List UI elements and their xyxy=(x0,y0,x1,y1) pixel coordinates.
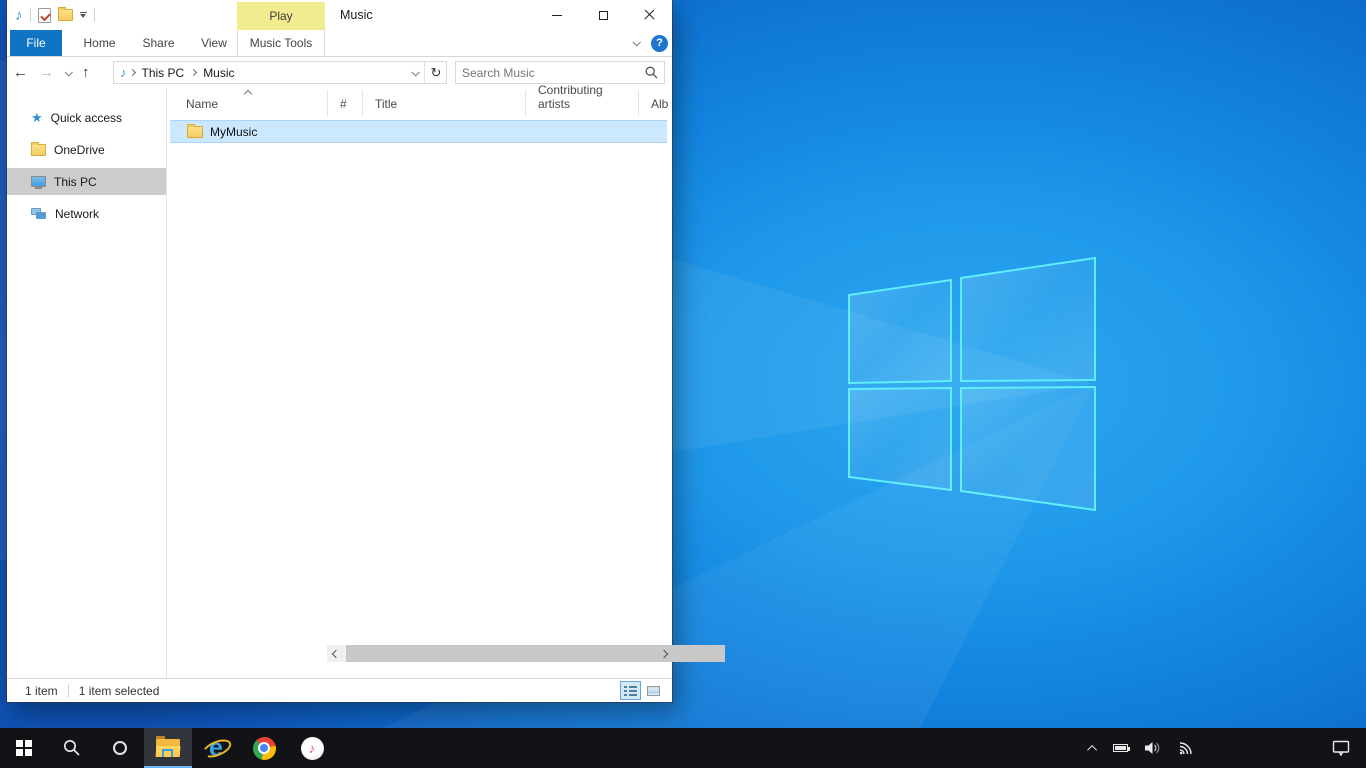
breadcrumb[interactable]: ♪ This PC Music ↻ xyxy=(113,61,447,84)
up-button[interactable]: ↑ xyxy=(82,65,90,80)
breadcrumb-chevron-icon[interactable] xyxy=(190,69,197,76)
file-name: MyMusic xyxy=(210,125,257,139)
minimize-button[interactable] xyxy=(534,0,580,30)
start-button[interactable] xyxy=(0,728,48,768)
navigation-pane: ★ Quick access OneDrive This PC Network xyxy=(7,88,166,678)
customize-toolbar-dropdown-icon[interactable] xyxy=(80,12,87,18)
battery-button[interactable] xyxy=(1105,728,1136,768)
system-tray xyxy=(1082,728,1366,768)
sidebar-item-this-pc[interactable]: This PC xyxy=(7,168,166,195)
search-box xyxy=(455,61,665,84)
properties-icon[interactable] xyxy=(38,8,51,23)
separator xyxy=(94,8,95,22)
itunes-icon: ♪ xyxy=(301,737,324,760)
sidebar-item-onedrive[interactable]: OneDrive xyxy=(7,136,166,163)
this-pc-monitor-icon xyxy=(31,176,46,187)
ribbon-tab-bar: File Home Share View Music Tools ? xyxy=(7,30,672,57)
taskbar: e ♪ xyxy=(0,728,1366,768)
network-signal-icon xyxy=(1178,740,1196,756)
quick-access-toolbar: ♪ xyxy=(15,0,95,30)
tab-view[interactable]: View xyxy=(189,30,239,56)
network-icon xyxy=(31,208,47,220)
address-dropdown-icon[interactable] xyxy=(407,70,423,76)
recent-locations-dropdown-icon[interactable] xyxy=(64,68,72,76)
file-explorer-icon xyxy=(156,739,180,757)
column-header-contributing-artists[interactable]: Contributing artists xyxy=(526,90,639,116)
sidebar-item-label: Quick access xyxy=(51,111,122,125)
search-icon xyxy=(63,739,81,757)
internet-explorer-icon: e xyxy=(202,735,230,761)
taskbar-itunes-button[interactable]: ♪ xyxy=(288,728,336,768)
large-icons-view-button[interactable] xyxy=(643,681,664,700)
details-view-button[interactable] xyxy=(620,681,641,700)
battery-icon xyxy=(1113,744,1128,752)
tab-home[interactable]: Home xyxy=(72,30,127,56)
breadcrumb-chevron-icon[interactable] xyxy=(128,69,135,76)
minimize-ribbon-icon[interactable] xyxy=(632,38,640,46)
scroll-left-icon[interactable] xyxy=(327,651,344,657)
hidden-icons-button[interactable] xyxy=(1082,728,1105,768)
maximize-button[interactable] xyxy=(580,0,626,30)
separator xyxy=(30,8,31,22)
back-button[interactable]: ← xyxy=(13,65,28,80)
new-folder-icon[interactable] xyxy=(58,9,73,21)
onedrive-folder-icon xyxy=(31,144,46,156)
separator xyxy=(424,62,425,83)
action-center-icon xyxy=(1332,740,1350,756)
column-header-number[interactable]: # xyxy=(328,90,363,116)
search-icon[interactable] xyxy=(645,66,658,79)
title-bar: ♪ Play Music xyxy=(7,0,672,30)
quick-access-star-icon: ★ xyxy=(31,111,43,124)
chrome-icon xyxy=(253,737,276,760)
file-list: Name # Title Contributing artists Alb My… xyxy=(167,88,672,678)
breadcrumb-music[interactable]: Music xyxy=(199,66,238,80)
sidebar-item-quick-access[interactable]: ★ Quick access xyxy=(7,104,166,131)
horizontal-scrollbar[interactable] xyxy=(327,645,672,662)
status-bar: 1 item 1 item selected xyxy=(7,678,672,702)
search-input[interactable] xyxy=(456,66,645,80)
sidebar-item-label: Network xyxy=(55,207,99,221)
folder-icon xyxy=(187,126,203,138)
file-row-mymusic[interactable]: MyMusic xyxy=(170,120,667,143)
refresh-icon[interactable]: ↻ xyxy=(426,65,446,81)
taskbar-internet-explorer-button[interactable]: e xyxy=(192,728,240,768)
column-header-title[interactable]: Title xyxy=(363,90,526,116)
caption-buttons xyxy=(534,0,672,30)
contextual-group-play[interactable]: Play xyxy=(237,2,325,30)
selection-count: 1 item selected xyxy=(69,684,170,698)
volume-icon xyxy=(1144,740,1162,756)
tab-share[interactable]: Share xyxy=(131,30,186,56)
taskbar-search-button[interactable] xyxy=(48,728,96,768)
forward-button[interactable]: → xyxy=(39,65,54,80)
explorer-content: ★ Quick access OneDrive This PC Network … xyxy=(7,88,672,678)
windows-start-icon xyxy=(16,740,32,756)
sidebar-item-label: This PC xyxy=(54,175,97,189)
taskbar-file-explorer-button[interactable] xyxy=(144,728,192,768)
item-count: 1 item xyxy=(7,684,68,698)
column-header-album[interactable]: Alb xyxy=(639,90,672,116)
sidebar-item-label: OneDrive xyxy=(54,143,105,157)
sidebar-item-network[interactable]: Network xyxy=(7,200,166,227)
tab-file[interactable]: File xyxy=(10,30,62,56)
cortana-icon xyxy=(113,741,127,755)
window-music-note-icon: ♪ xyxy=(15,8,23,23)
explorer-window: ♪ Play Music File Home Share View Music … xyxy=(7,0,672,702)
taskbar-chrome-button[interactable] xyxy=(240,728,288,768)
window-title: Music xyxy=(340,0,373,30)
tab-music-tools[interactable]: Music Tools xyxy=(237,30,325,56)
action-center-button[interactable] xyxy=(1322,728,1366,768)
chevron-up-icon xyxy=(1087,744,1097,754)
cortana-button[interactable] xyxy=(96,728,144,768)
close-button[interactable] xyxy=(626,0,672,30)
breadcrumb-this-pc[interactable]: This PC xyxy=(138,66,189,80)
location-music-note-icon: ♪ xyxy=(120,66,127,79)
volume-button[interactable] xyxy=(1136,728,1170,768)
network-button[interactable] xyxy=(1170,728,1204,768)
help-icon[interactable]: ? xyxy=(651,35,668,52)
thumbnail-view-icon xyxy=(647,686,660,696)
details-view-icon xyxy=(624,685,637,697)
